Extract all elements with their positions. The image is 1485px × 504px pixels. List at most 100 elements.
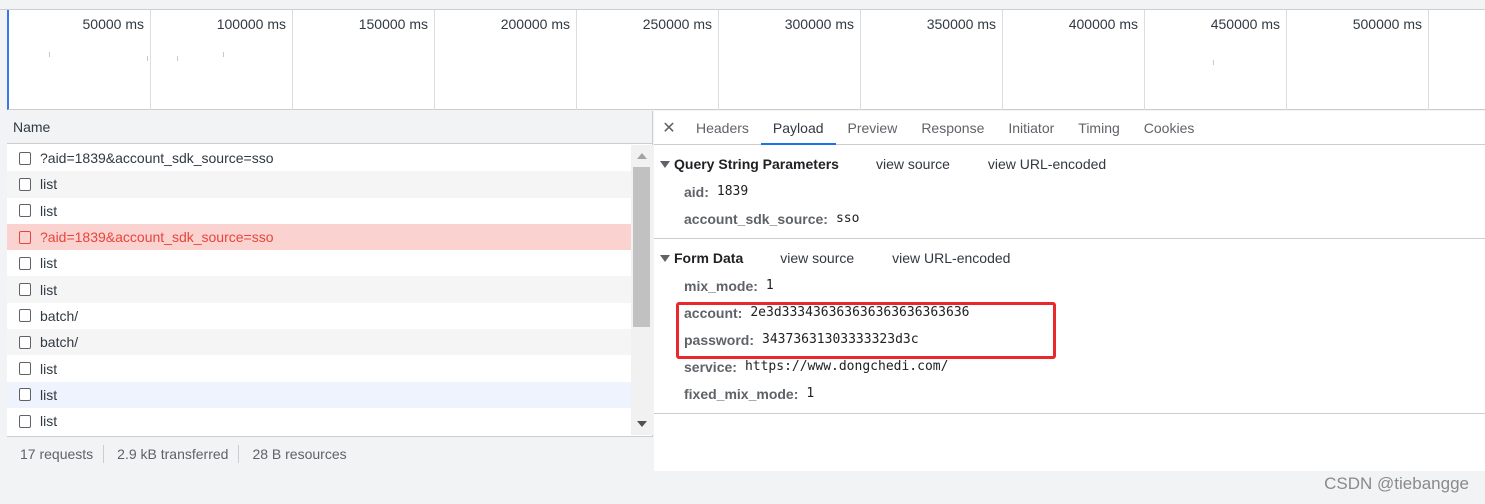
timeline-tick-label: 500000 ms <box>1352 16 1422 32</box>
request-name: ?aid=1839&account_sdk_source=sso <box>40 150 274 167</box>
request-type-icon <box>19 151 31 165</box>
param-key: fixed_mix_mode: <box>684 385 799 402</box>
query-params-list: aid: 1839 account_sdk_source: sso <box>654 178 1485 232</box>
request-name: list <box>40 413 58 430</box>
table-row[interactable]: list <box>7 198 631 224</box>
name-column-header[interactable]: Name <box>7 111 652 144</box>
table-row[interactable]: list <box>7 276 631 303</box>
param-value: 1 <box>806 386 815 401</box>
param-key: mix_mode: <box>684 277 758 294</box>
query-string-title: Query String Parameters <box>674 156 839 172</box>
request-detail-panel: ✕ Headers Payload Preview Response Initiator… <box>654 111 1485 471</box>
form-view-source-link[interactable]: view source <box>780 250 854 266</box>
request-rows: ?aid=1839&account_sdk_source=sso list list… <box>7 145 631 435</box>
table-row[interactable]: batch/ <box>7 303 631 329</box>
scrollbar-thumb[interactable] <box>633 167 650 327</box>
timeline-activity-mark <box>147 56 148 61</box>
detail-tabs: ✕ Headers Payload Preview Response Initiator… <box>654 111 1485 145</box>
request-name: list <box>40 255 58 272</box>
request-type-icon <box>19 388 31 402</box>
bottom-drawer-strip <box>0 471 1485 504</box>
request-list-panel: Name ?aid=1839&account_sdk_source=ssolis… <box>7 111 653 471</box>
tab-timing[interactable]: Timing <box>1066 111 1132 144</box>
request-type-icon <box>19 177 31 191</box>
request-type-icon <box>19 204 31 218</box>
param-row: aid: 1839 <box>654 178 1485 205</box>
request-name: batch/ <box>40 307 79 324</box>
status-summary-bar: 17 requests 2.9 kB transferred 28 B reso… <box>7 436 653 471</box>
param-value: https://www.dongchedi.com/ <box>744 359 949 374</box>
network-overview-timeline[interactable]: 50000 ms 100000 ms 150000 ms 200000 ms 25000… <box>7 10 1485 110</box>
request-type-icon <box>19 362 31 376</box>
query-string-section: Query String Parameters view source view… <box>654 145 1485 239</box>
request-type-icon <box>19 335 31 349</box>
tab-initiator[interactable]: Initiator <box>996 111 1066 144</box>
watermark: CSDN @tiebangge <box>1324 474 1469 493</box>
timeline-activity-mark <box>177 56 178 61</box>
request-name: list <box>40 202 58 219</box>
table-row[interactable]: batch/ <box>7 329 631 356</box>
table-row[interactable]: list <box>7 355 631 381</box>
param-row: service: https://www.dongchedi.com/ <box>654 353 1485 380</box>
table-row[interactable]: ?aid=1839&account_sdk_source=sso <box>7 145 631 171</box>
param-value: sso <box>835 211 860 226</box>
request-name: list <box>40 386 58 403</box>
table-row[interactable]: list <box>7 250 631 276</box>
filter-toolbar <box>0 0 1485 10</box>
request-type-icon <box>19 283 31 297</box>
form-data-section: Form Data view source view URL-encoded m… <box>654 239 1485 414</box>
close-icon[interactable]: ✕ <box>654 111 684 144</box>
table-row[interactable]: list <box>7 171 631 198</box>
param-row: account: 2e3d333436363636363636363636 <box>654 299 1485 326</box>
request-type-icon <box>19 256 31 270</box>
collapse-triangle-icon[interactable] <box>660 254 670 262</box>
tab-headers[interactable]: Headers <box>684 111 761 144</box>
request-name: list <box>40 281 58 298</box>
request-name: list <box>40 360 58 377</box>
param-row: account_sdk_source: sso <box>654 205 1485 232</box>
param-key: password: <box>684 331 755 348</box>
param-row: password: 34373631303333323d3c <box>654 326 1485 353</box>
param-key: account: <box>684 304 743 321</box>
param-value: 2e3d333436363636363636363636 <box>750 305 970 320</box>
request-name: list <box>40 176 58 193</box>
transferred-size: 2.9 kB transferred <box>117 446 229 462</box>
form-view-encoded-link[interactable]: view URL-encoded <box>892 250 1010 266</box>
request-name: ?aid=1839&account_sdk_source=sso <box>40 229 274 246</box>
request-name: batch/ <box>40 334 79 351</box>
param-key: aid: <box>684 183 709 200</box>
param-value: 34373631303333323d3c <box>762 332 919 347</box>
request-list-scrollbar[interactable] <box>631 145 653 435</box>
param-key: account_sdk_source: <box>684 210 828 227</box>
scroll-down-arrow-icon[interactable] <box>637 421 647 427</box>
form-data-title: Form Data <box>674 250 744 266</box>
param-key: service: <box>684 358 737 375</box>
tab-preview[interactable]: Preview <box>836 111 910 144</box>
tab-payload[interactable]: Payload <box>760 111 836 145</box>
param-row: fixed_mix_mode: 1 <box>654 380 1485 407</box>
table-row[interactable]: list <box>7 381 631 408</box>
timeline-activity-mark <box>49 52 50 57</box>
query-string-header[interactable]: Query String Parameters view source view… <box>654 150 1485 178</box>
timeline-activity-mark <box>1213 60 1214 65</box>
tab-cookies[interactable]: Cookies <box>1132 111 1207 144</box>
request-type-icon <box>19 230 31 244</box>
query-view-encoded-link[interactable]: view URL-encoded <box>988 156 1106 172</box>
param-value: 1 <box>765 278 774 293</box>
param-row: mix_mode: 1 <box>654 272 1485 299</box>
param-value: 1839 <box>716 184 749 199</box>
table-row[interactable]: list <box>7 408 631 434</box>
scroll-up-arrow-icon[interactable] <box>637 153 647 159</box>
request-type-icon <box>19 309 31 323</box>
form-data-header[interactable]: Form Data view source view URL-encoded <box>654 244 1485 272</box>
resources-size: 28 B resources <box>252 446 347 462</box>
tab-response[interactable]: Response <box>909 111 996 144</box>
table-row[interactable]: ?aid=1839&account_sdk_source=sso <box>7 223 631 251</box>
collapse-triangle-icon[interactable] <box>660 160 670 168</box>
query-view-source-link[interactable]: view source <box>876 156 950 172</box>
form-params-list: mix_mode: 1 account: 2e3d333436363636363636… <box>654 272 1485 407</box>
request-count: 17 requests <box>20 446 94 462</box>
request-type-icon <box>19 414 31 428</box>
timeline-tick: 500000 ms <box>9 10 1429 110</box>
timeline-activity-mark <box>223 52 224 57</box>
